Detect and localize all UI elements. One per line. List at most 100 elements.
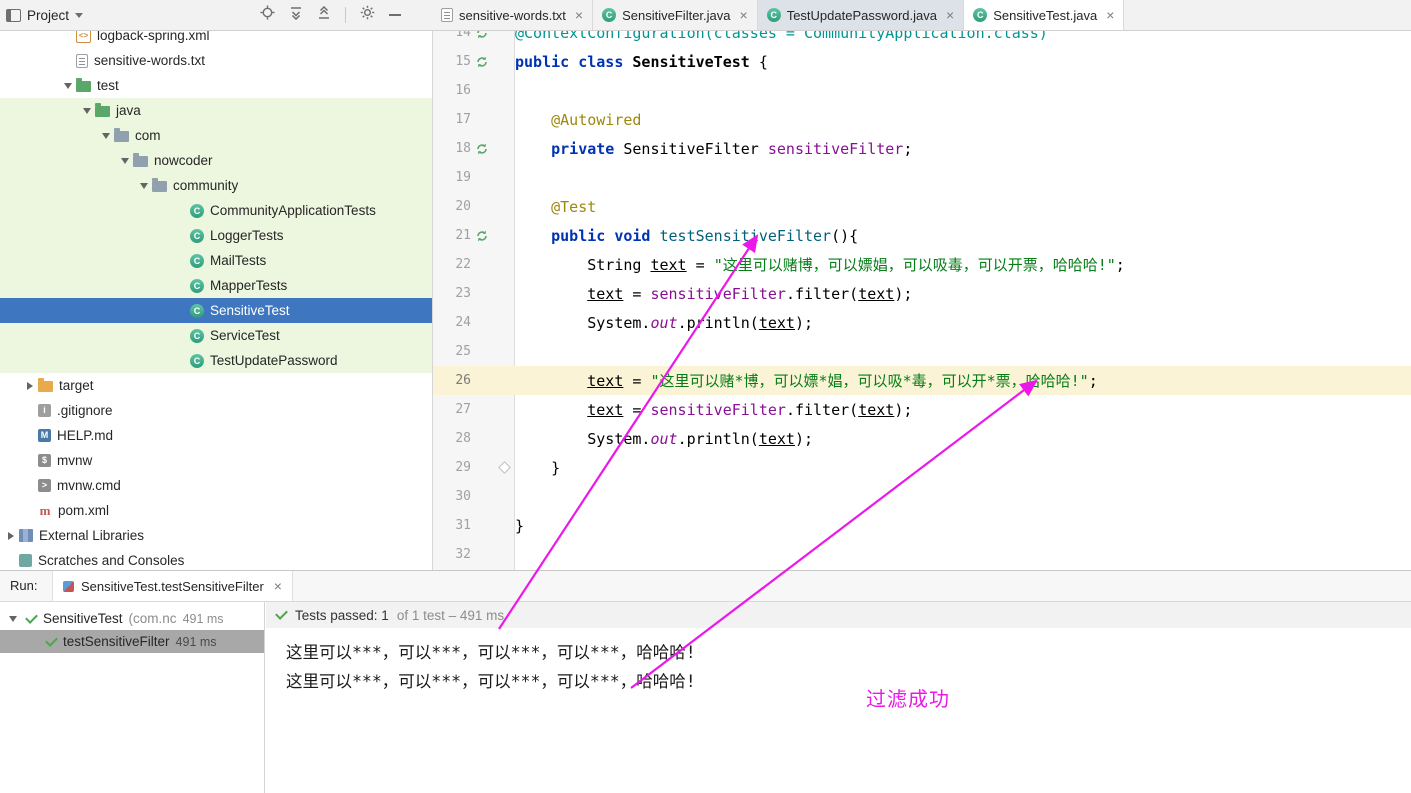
- settings-gear-icon[interactable]: [360, 5, 375, 25]
- chevron-down-icon[interactable]: [78, 108, 95, 114]
- chevron-down-icon[interactable]: [116, 158, 133, 164]
- project-tree-item[interactable]: mvnw.cmd: [0, 473, 432, 498]
- test-tree-item[interactable]: testSensitiveFilter491 ms: [0, 630, 264, 653]
- folder-green-icon: [76, 81, 91, 92]
- test-package-label: (com.nc: [129, 611, 177, 626]
- chevron-down-icon[interactable]: [6, 616, 20, 622]
- code-line[interactable]: 19: [433, 163, 1411, 192]
- run-test-icon[interactable]: [471, 230, 493, 242]
- code-text: System.out.println(text);: [515, 430, 813, 448]
- project-tree-item[interactable]: com: [0, 123, 432, 148]
- code-line[interactable]: 26 text = "这里可以赌*博，可以嫖*娼，可以吸*毒，可以开*票，哈哈哈…: [433, 366, 1411, 395]
- test-tree-item[interactable]: SensitiveTest (com.nc491 ms: [0, 607, 264, 630]
- code-editor[interactable]: 14@ContextConfiguration(classes = Commun…: [433, 31, 1411, 570]
- project-tree-item[interactable]: External Libraries: [0, 523, 432, 548]
- chevron-down-icon[interactable]: [135, 183, 152, 189]
- project-tree-item[interactable]: mvnw: [0, 448, 432, 473]
- code-token: text: [587, 285, 623, 303]
- annotation-text: 过滤成功: [866, 683, 950, 712]
- project-tree-item[interactable]: target: [0, 373, 432, 398]
- run-tab[interactable]: SensitiveTest.testSensitiveFilter: [52, 571, 293, 601]
- tab-close-icon[interactable]: [1106, 8, 1114, 22]
- hide-panel-icon[interactable]: [389, 14, 401, 16]
- project-tree-item[interactable]: nowcoder: [0, 148, 432, 173]
- code-line[interactable]: 17 @Autowired: [433, 105, 1411, 134]
- code-line[interactable]: 22 String text = "这里可以赌博，可以嫖娼，可以吸毒，可以开票，…: [433, 250, 1411, 279]
- code-line[interactable]: 24 System.out.println(text);: [433, 308, 1411, 337]
- tab-close-icon[interactable]: [740, 8, 748, 22]
- line-number: 23: [433, 286, 471, 301]
- project-tree-item[interactable]: community: [0, 173, 432, 198]
- code-line[interactable]: 25: [433, 337, 1411, 366]
- code-text: @Autowired: [515, 111, 641, 129]
- code-line[interactable]: 30: [433, 482, 1411, 511]
- editor-tab-testupdatepassword-java[interactable]: TestUpdatePassword.java: [758, 0, 965, 30]
- project-tree-item[interactable]: ServiceTest: [0, 323, 432, 348]
- editor-tab-sensitive-words-txt[interactable]: sensitive-words.txt: [432, 0, 593, 30]
- code-line[interactable]: 21 public void testSensitiveFilter(){: [433, 221, 1411, 250]
- tree-item-label: ServiceTest: [210, 328, 280, 343]
- project-tree-item[interactable]: MapperTests: [0, 273, 432, 298]
- ignore-file-icon: [38, 404, 51, 417]
- tree-item-label: MapperTests: [210, 278, 287, 293]
- locate-file-icon[interactable]: [260, 5, 275, 25]
- project-tree-item[interactable]: .gitignore: [0, 398, 432, 423]
- chevron-down-icon[interactable]: [59, 83, 76, 89]
- project-tree-item[interactable]: TestUpdatePassword: [0, 348, 432, 373]
- editor-tab-sensitivefilter-java[interactable]: SensitiveFilter.java: [593, 0, 758, 30]
- test-results-tree: SensitiveTest (com.nc491 mstestSensitive…: [0, 602, 265, 793]
- project-tree-item[interactable]: pom.xml: [0, 498, 432, 523]
- project-tree-item[interactable]: CommunityApplicationTests: [0, 198, 432, 223]
- project-tree-item[interactable]: MailTests: [0, 248, 432, 273]
- project-tree-item[interactable]: test: [0, 73, 432, 98]
- code-line[interactable]: 14@ContextConfiguration(classes = Commun…: [433, 31, 1411, 47]
- run-test-icon[interactable]: [471, 143, 493, 155]
- code-line[interactable]: 27 text = sensitiveFilter.filter(text);: [433, 395, 1411, 424]
- collapse-all-icon[interactable]: [317, 6, 331, 25]
- project-tree-item[interactable]: sensitive-words.txt: [0, 48, 432, 73]
- tree-item-label: java: [116, 103, 141, 118]
- editor-tab-sensitivetest-java[interactable]: SensitiveTest.java: [964, 0, 1124, 30]
- tree-item-label: SensitiveTest: [210, 303, 290, 318]
- code-line[interactable]: 32: [433, 540, 1411, 569]
- code-token: =: [623, 285, 650, 303]
- chevron-right-icon[interactable]: [21, 382, 38, 390]
- tree-item-label: mvnw.cmd: [57, 478, 121, 493]
- code-text: public class SensitiveTest {: [515, 53, 768, 71]
- project-tree-item[interactable]: logback-spring.xml: [0, 31, 432, 48]
- chevron-down-icon: [75, 13, 83, 18]
- project-tree-item[interactable]: SensitiveTest: [0, 298, 432, 323]
- expand-all-icon[interactable]: [289, 6, 303, 25]
- tab-close-icon[interactable]: [946, 8, 954, 22]
- code-line[interactable]: 16: [433, 76, 1411, 105]
- project-view-selector[interactable]: Project: [6, 0, 83, 30]
- code-line[interactable]: 28 System.out.println(text);: [433, 424, 1411, 453]
- code-line[interactable]: 31}: [433, 511, 1411, 540]
- code-line[interactable]: 29 }: [433, 453, 1411, 482]
- class-icon: [190, 279, 204, 293]
- code-text: System.out.println(text);: [515, 314, 813, 332]
- code-token: .println(: [678, 430, 759, 448]
- project-tree-item[interactable]: LoggerTests: [0, 223, 432, 248]
- code-line[interactable]: 20 @Test: [433, 192, 1411, 221]
- run-test-icon[interactable]: [471, 31, 493, 39]
- run-tab-close-icon[interactable]: [274, 579, 282, 593]
- code-token: sensitiveFilter: [768, 140, 903, 158]
- project-tree-item[interactable]: HELP.md: [0, 423, 432, 448]
- code-token: text: [759, 430, 795, 448]
- code-token: sensitiveFilter: [650, 401, 785, 419]
- project-tree-item[interactable]: Scratches and Consoles: [0, 548, 432, 570]
- chevron-down-icon[interactable]: [97, 133, 114, 139]
- project-tree-item[interactable]: java: [0, 98, 432, 123]
- code-line[interactable]: 18 private SensitiveFilter sensitiveFilt…: [433, 134, 1411, 163]
- code-line[interactable]: 23 text = sensitiveFilter.filter(text);: [433, 279, 1411, 308]
- code-token: System.: [515, 314, 650, 332]
- code-lines: 14@ContextConfiguration(classes = Commun…: [433, 31, 1411, 569]
- run-test-icon[interactable]: [471, 56, 493, 68]
- code-line[interactable]: 15public class SensitiveTest {: [433, 47, 1411, 76]
- chevron-right-icon[interactable]: [2, 532, 19, 540]
- tab-close-icon[interactable]: [575, 8, 583, 22]
- code-token: .println(: [678, 314, 759, 332]
- code-token: text: [858, 401, 894, 419]
- cmd-file-icon: [38, 479, 51, 492]
